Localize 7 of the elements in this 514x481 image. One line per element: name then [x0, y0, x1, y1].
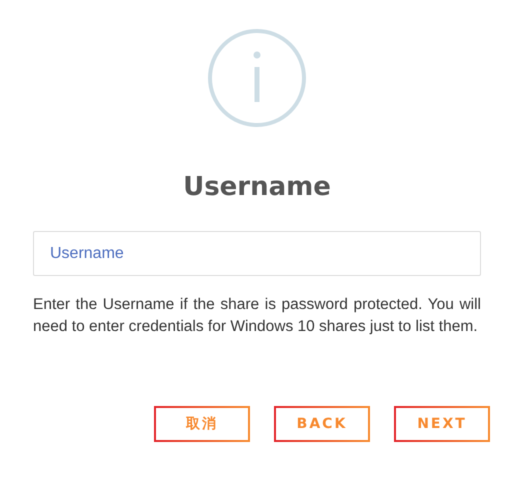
dialog-title: Username	[183, 172, 331, 202]
help-text: Enter the Username if the share is password protected. You will need to enter credentials for Windows 10 shares just to list them.	[33, 295, 481, 337]
cancel-button[interactable]: 取消	[154, 406, 250, 442]
back-button[interactable]: BACK	[274, 406, 370, 442]
next-button[interactable]: NEXT	[394, 406, 490, 442]
info-icon	[207, 28, 307, 128]
username-field[interactable]: Username	[33, 231, 481, 276]
